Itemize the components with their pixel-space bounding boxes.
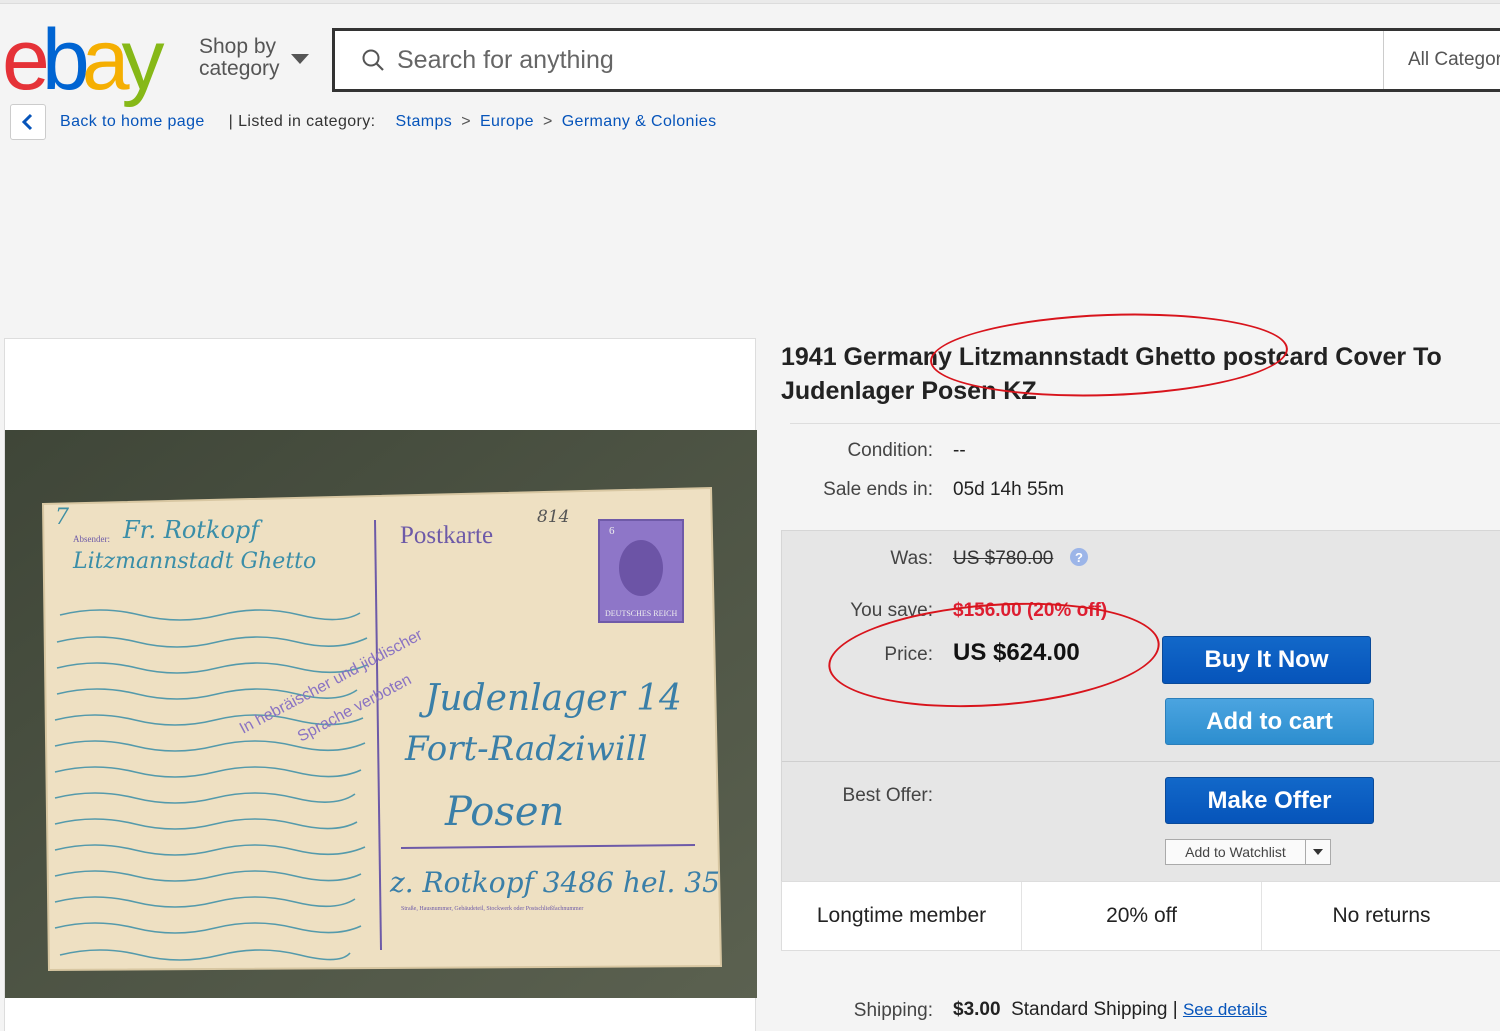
svg-text:Judenlager 14: Judenlager 14 xyxy=(418,678,682,719)
best-offer-label: Best Offer: xyxy=(842,785,933,806)
chevron-down-icon xyxy=(1313,849,1323,855)
svg-text:Litzmannstadt Ghetto: Litzmannstadt Ghetto xyxy=(72,549,316,574)
breadcrumb-separator: > xyxy=(461,113,471,130)
svg-text:z. Rotkopf 3486 hel. 35: z. Rotkopf 3486 hel. 35 xyxy=(389,866,720,899)
svg-text:Straße, Hausnummer, Gebäudetei: Straße, Hausnummer, Gebäudeteil, Stockwe… xyxy=(401,905,583,912)
add-to-watchlist-button[interactable]: Add to Watchlist xyxy=(1165,839,1331,865)
condition-label: Condition: xyxy=(847,440,933,461)
search-icon xyxy=(361,48,385,72)
divider xyxy=(790,423,1500,424)
badge-longtime-member: Longtime member xyxy=(782,882,1022,950)
breadcrumb-link-europe[interactable]: Europe xyxy=(480,113,534,131)
breadcrumb-separator: > xyxy=(542,113,553,130)
make-offer-button[interactable]: Make Offer xyxy=(1165,777,1374,824)
was-price: US $780.00 xyxy=(953,548,1054,569)
breadcrumb: Back to home page | Listed in category: … xyxy=(60,113,717,131)
listed-in-category-label: | Listed in category: xyxy=(228,113,376,130)
search-bar[interactable]: All Categori xyxy=(332,28,1500,92)
shipping-method: Standard Shipping | xyxy=(1011,999,1178,1020)
svg-text:DEUTSCHES REICH: DEUTSCHES REICH xyxy=(605,609,677,618)
was-label: Was: xyxy=(890,548,933,569)
watchlist-dropdown[interactable] xyxy=(1306,840,1330,864)
item-image-panel: 6 DEUTSCHES REICH Postkarte 814 7 Absend… xyxy=(4,338,757,1031)
condition-value: -- xyxy=(953,440,966,461)
svg-text:7: 7 xyxy=(55,505,69,530)
breadcrumb-link-stamps[interactable]: Stamps xyxy=(396,113,453,131)
price-label: Price: xyxy=(884,644,933,665)
chevron-down-icon xyxy=(291,54,309,64)
category-select[interactable]: All Categori xyxy=(1383,31,1500,89)
seller-badges: Longtime member 20% off No returns xyxy=(781,881,1500,951)
breadcrumb-link-germany-colonies[interactable]: Germany & Colonies xyxy=(562,113,717,131)
back-button[interactable] xyxy=(10,104,46,140)
ebay-logo[interactable]: ebay xyxy=(2,17,165,103)
badge-discount: 20% off xyxy=(1022,882,1262,950)
add-to-watchlist-label[interactable]: Add to Watchlist xyxy=(1166,840,1306,864)
item-photo[interactable]: 6 DEUTSCHES REICH Postkarte 814 7 Absend… xyxy=(5,430,757,998)
you-save-label: You save: xyxy=(850,600,933,621)
svg-text:6: 6 xyxy=(609,525,615,537)
sale-ends-value: 05d 14h 55m xyxy=(953,479,1064,500)
price-value: US $624.00 xyxy=(953,639,1080,666)
svg-text:Fort-Radziwill: Fort-Radziwill xyxy=(404,729,648,769)
you-save-value: $156.00 (20% off) xyxy=(953,600,1108,621)
buy-it-now-button[interactable]: Buy It Now xyxy=(1162,636,1371,684)
add-to-cart-button[interactable]: Add to cart xyxy=(1165,698,1374,745)
postcard-heading: Postkarte xyxy=(400,522,493,549)
shipping-label: Shipping: xyxy=(853,1000,933,1021)
shop-by-category-label: Shop by category xyxy=(199,35,280,80)
svg-text:Absender:: Absender: xyxy=(73,534,110,544)
help-icon[interactable]: ? xyxy=(1070,548,1088,566)
search-input[interactable] xyxy=(397,45,1357,75)
shipping-amount: $3.00 xyxy=(953,999,1001,1020)
sale-ends-label: Sale ends in: xyxy=(823,479,933,500)
shipping-info: $3.00 Standard Shipping | See details xyxy=(953,999,1267,1021)
listing-title: 1941 Germany Litzmannstadt Ghetto postca… xyxy=(781,343,1442,405)
svg-text:Fr. Rotkopf: Fr. Rotkopf xyxy=(122,516,263,544)
chevron-left-icon xyxy=(21,113,33,131)
badge-returns: No returns xyxy=(1262,882,1500,950)
svg-text:814: 814 xyxy=(537,507,569,527)
back-to-home-link[interactable]: Back to home page xyxy=(60,113,205,131)
see-details-link[interactable]: See details xyxy=(1183,1000,1267,1019)
shop-by-category-button[interactable]: Shop by category xyxy=(199,36,309,80)
svg-text:Posen: Posen xyxy=(444,789,564,835)
browser-top-strip xyxy=(0,0,1500,4)
